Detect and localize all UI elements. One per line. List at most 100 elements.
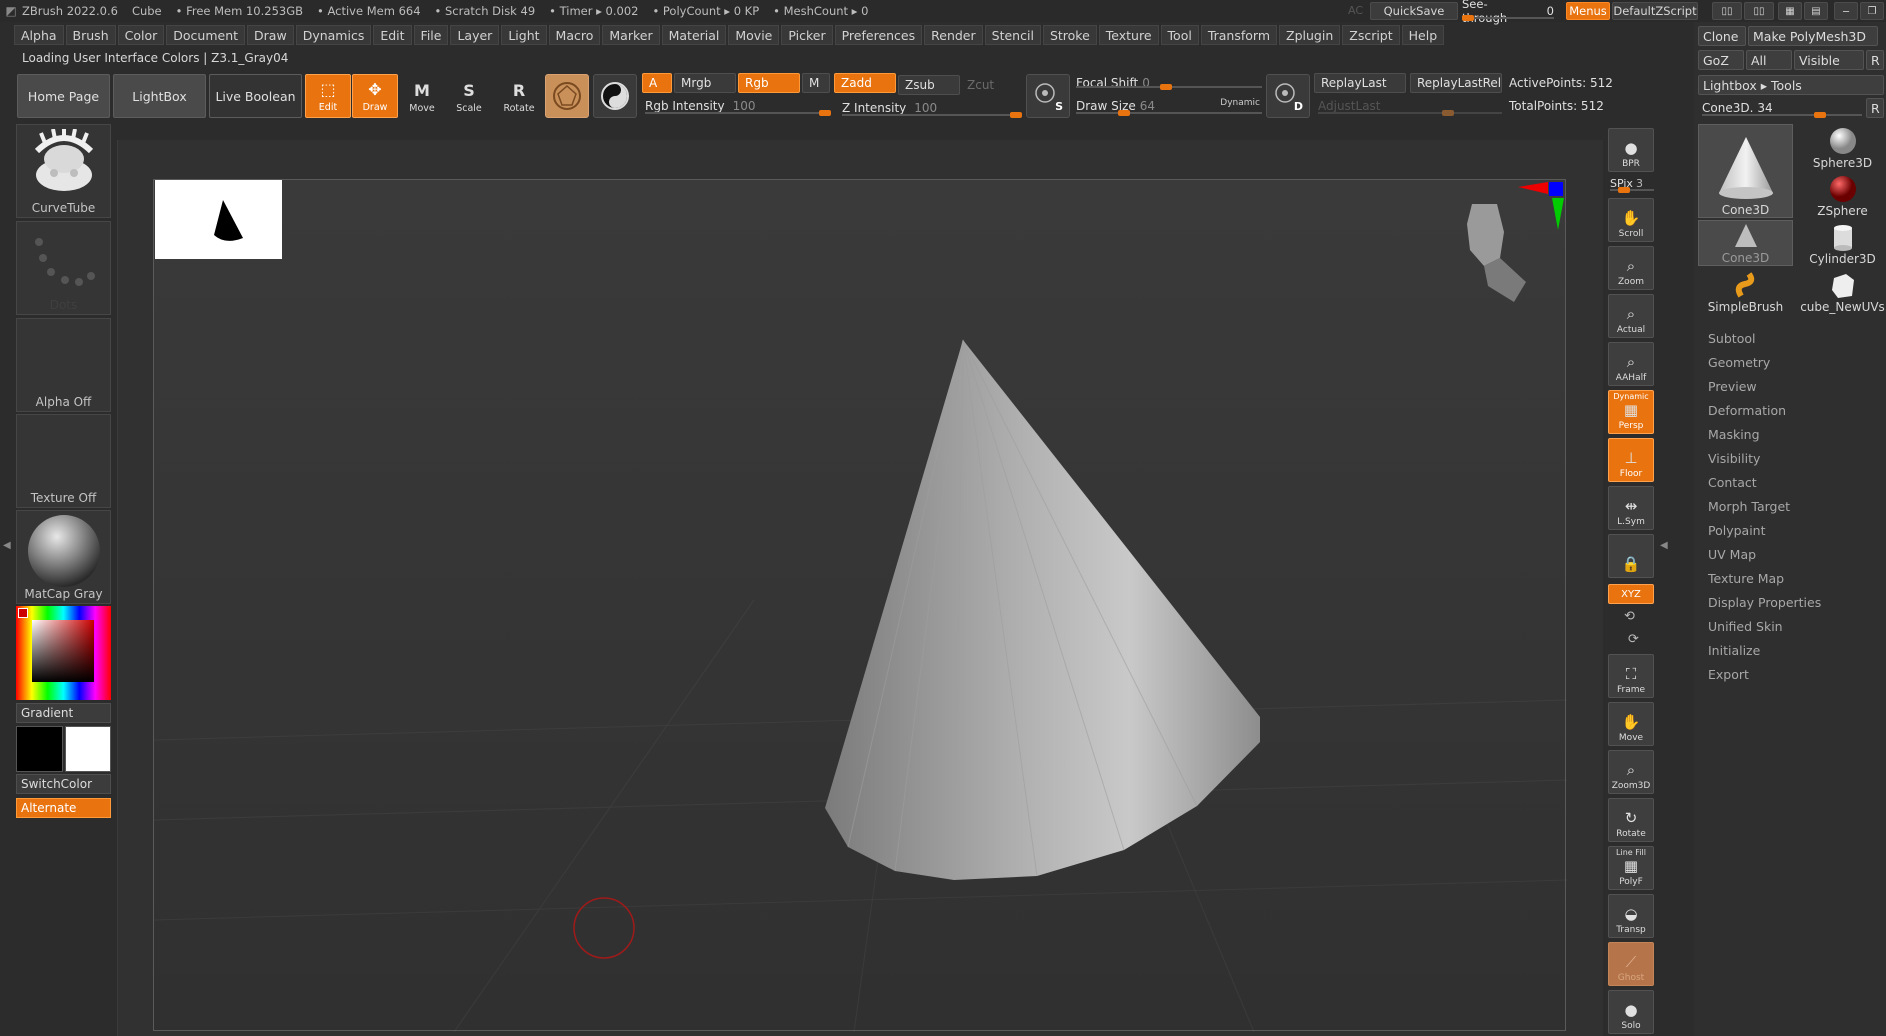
gradient-button[interactable]: Gradient xyxy=(16,703,111,723)
menu-preferences[interactable]: Preferences xyxy=(834,25,923,45)
menu-texture[interactable]: Texture xyxy=(1098,25,1159,45)
zcut-toggle[interactable]: Zcut xyxy=(960,75,1006,95)
tool-thumb-cone3d-small[interactable]: Cone3D xyxy=(1698,220,1793,266)
zsub-toggle[interactable]: Zsub xyxy=(898,75,960,95)
quicksave-button[interactable]: QuickSave xyxy=(1370,2,1458,20)
viewport-canvas[interactable] xyxy=(153,179,1567,1032)
subpalette-masking[interactable]: Masking xyxy=(1708,427,1760,442)
menu-brush[interactable]: Brush xyxy=(65,25,116,45)
subpalette-uv-map[interactable]: UV Map xyxy=(1708,547,1756,562)
zoom3d-button[interactable]: ⌕ Zoom3D xyxy=(1608,750,1654,794)
rgb-toggle[interactable]: Rgb xyxy=(738,73,800,93)
menus-button[interactable]: Menus xyxy=(1566,2,1610,20)
tool-thumb-cube-newuvs[interactable]: cube_NewUVs xyxy=(1795,268,1886,314)
alpha-thumbnail[interactable]: Alpha Off xyxy=(16,318,111,412)
menu-light[interactable]: Light xyxy=(501,25,547,45)
persp-button[interactable]: Dynamic ▦ Persp xyxy=(1608,390,1654,434)
menu-tool[interactable]: Tool xyxy=(1160,25,1199,45)
move-view-button[interactable]: ✋ Move xyxy=(1608,702,1654,746)
menu-color[interactable]: Color xyxy=(117,25,165,45)
subpalette-initialize[interactable]: Initialize xyxy=(1708,643,1760,658)
edit-button[interactable]: ⬚ Edit xyxy=(305,74,351,118)
sculptris-pro-icon[interactable] xyxy=(545,74,589,118)
ui-layout-icon[interactable]: ▦ xyxy=(1778,2,1802,20)
adjust-last-slider[interactable]: AdjustLast xyxy=(1318,96,1502,116)
menu-document[interactable]: Document xyxy=(166,25,246,45)
rgb-intensity-slider[interactable]: Rgb Intensity 100 xyxy=(645,96,831,116)
layout-right-icon[interactable]: ▯▯ xyxy=(1744,2,1774,20)
brush-thumbnail[interactable]: CurveTube xyxy=(16,124,111,218)
draw-button[interactable]: ✥ Draw xyxy=(352,74,398,118)
draw-size-slider[interactable]: Draw Size 64 Dynamic xyxy=(1076,96,1262,116)
visible-button[interactable]: Visible xyxy=(1794,50,1864,70)
actual-button[interactable]: ⌕ Actual xyxy=(1608,294,1654,338)
polyframe-button[interactable]: Line Fill ▦ PolyF xyxy=(1608,846,1654,890)
spix-slider[interactable]: SPix 3 xyxy=(1610,173,1654,193)
rotate-button[interactable]: R Rotate xyxy=(496,74,542,118)
left-collapse-arrow-icon[interactable]: ◀ xyxy=(3,540,11,554)
ghost-button[interactable]: ⟋ Ghost xyxy=(1608,942,1654,986)
subpalette-subtool[interactable]: Subtool xyxy=(1708,331,1755,346)
d-draw-size-icon[interactable]: D xyxy=(1266,74,1310,118)
menu-picker[interactable]: Picker xyxy=(781,25,833,45)
alternate-button[interactable]: Alternate xyxy=(16,798,111,818)
default-zscript-button[interactable]: DefaultZScript xyxy=(1612,2,1698,20)
gizmo-lock-button[interactable]: 🔒 xyxy=(1608,534,1654,578)
right-collapse-arrow-icon[interactable]: ◀ xyxy=(1660,540,1668,551)
r-small-button[interactable]: R xyxy=(1866,98,1884,118)
s-lazy-mouse-icon[interactable]: S xyxy=(1026,74,1070,118)
tool-thumb-cone3d-large[interactable]: Cone3D xyxy=(1698,124,1793,218)
live-boolean-button[interactable]: Live Boolean xyxy=(209,74,302,118)
a-toggle[interactable]: A xyxy=(642,73,672,93)
scroll-button[interactable]: ✋ Scroll xyxy=(1608,198,1654,242)
rotate-z-icon[interactable]: ⟳ xyxy=(1628,632,1639,647)
menu-draw[interactable]: Draw xyxy=(247,25,294,45)
menu-zplugin[interactable]: Zplugin xyxy=(1279,25,1341,45)
dynamic-label[interactable]: Dynamic xyxy=(1220,98,1260,108)
xyz-button[interactable]: XYZ xyxy=(1608,584,1654,604)
lightbox-button[interactable]: LightBox xyxy=(113,74,206,118)
menu-stencil[interactable]: Stencil xyxy=(984,25,1041,45)
menu-movie[interactable]: Movie xyxy=(728,25,780,45)
current-tool-slider[interactable]: Cone3D. 34 xyxy=(1702,98,1862,118)
see-through-slider[interactable]: See-through 0 xyxy=(1462,0,1554,25)
zadd-toggle[interactable]: Zadd xyxy=(834,73,896,93)
z-intensity-slider[interactable]: Z Intensity 100 xyxy=(842,98,1022,118)
r-button[interactable]: R xyxy=(1866,50,1884,70)
scale-button[interactable]: S Scale xyxy=(446,74,492,118)
minimize-icon[interactable]: ‒ xyxy=(1834,2,1858,20)
menu-help[interactable]: Help xyxy=(1401,25,1445,45)
subpalette-deformation[interactable]: Deformation xyxy=(1708,403,1786,418)
menu-edit[interactable]: Edit xyxy=(373,25,412,45)
home-page-button[interactable]: Home Page xyxy=(17,74,110,118)
navigator-thumbnail[interactable] xyxy=(155,180,282,259)
subpalette-preview[interactable]: Preview xyxy=(1708,379,1757,394)
stroke-thumbnail[interactable]: Dots xyxy=(16,221,111,315)
subpalette-morph-target[interactable]: Morph Target xyxy=(1708,499,1790,514)
subpalette-display-properties[interactable]: Display Properties xyxy=(1708,595,1821,610)
subpalette-polypaint[interactable]: Polypaint xyxy=(1708,523,1766,538)
subpalette-export[interactable]: Export xyxy=(1708,667,1749,682)
menu-render[interactable]: Render xyxy=(924,25,983,45)
floor-button[interactable]: ⊥ Floor xyxy=(1608,438,1654,482)
zoom-button[interactable]: ⌕ Zoom xyxy=(1608,246,1654,290)
move-button[interactable]: M Move xyxy=(399,74,445,118)
make-polymesh-button[interactable]: Make PolyMesh3D xyxy=(1748,26,1878,46)
tool-thumb-sphere3d[interactable]: Sphere3D xyxy=(1795,124,1886,170)
main-color-swatch[interactable] xyxy=(16,726,63,772)
solo-button[interactable]: ● Solo xyxy=(1608,990,1654,1034)
ui-swap-icon[interactable]: ▤ xyxy=(1804,2,1828,20)
menu-layer[interactable]: Layer xyxy=(450,25,500,45)
tool-thumb-simplebrush[interactable]: SimpleBrush xyxy=(1698,268,1793,314)
menu-zscript[interactable]: Zscript xyxy=(1342,25,1400,45)
aahalf-button[interactable]: ⌕ AAHalf xyxy=(1608,342,1654,386)
subpalette-unified-skin[interactable]: Unified Skin xyxy=(1708,619,1783,634)
local-symmetry-button[interactable]: ⇹ L.Sym xyxy=(1608,486,1654,530)
secondary-color-swatch[interactable] xyxy=(65,726,111,772)
all-button[interactable]: All xyxy=(1746,50,1792,70)
clone-button[interactable]: Clone xyxy=(1698,26,1746,46)
mrgb-toggle[interactable]: Mrgb xyxy=(674,73,736,93)
rotate-y-icon[interactable]: ⟲ xyxy=(1624,609,1635,624)
goz-button[interactable]: GoZ xyxy=(1698,50,1744,70)
rotate-view-button[interactable]: ↻ Rotate xyxy=(1608,798,1654,842)
